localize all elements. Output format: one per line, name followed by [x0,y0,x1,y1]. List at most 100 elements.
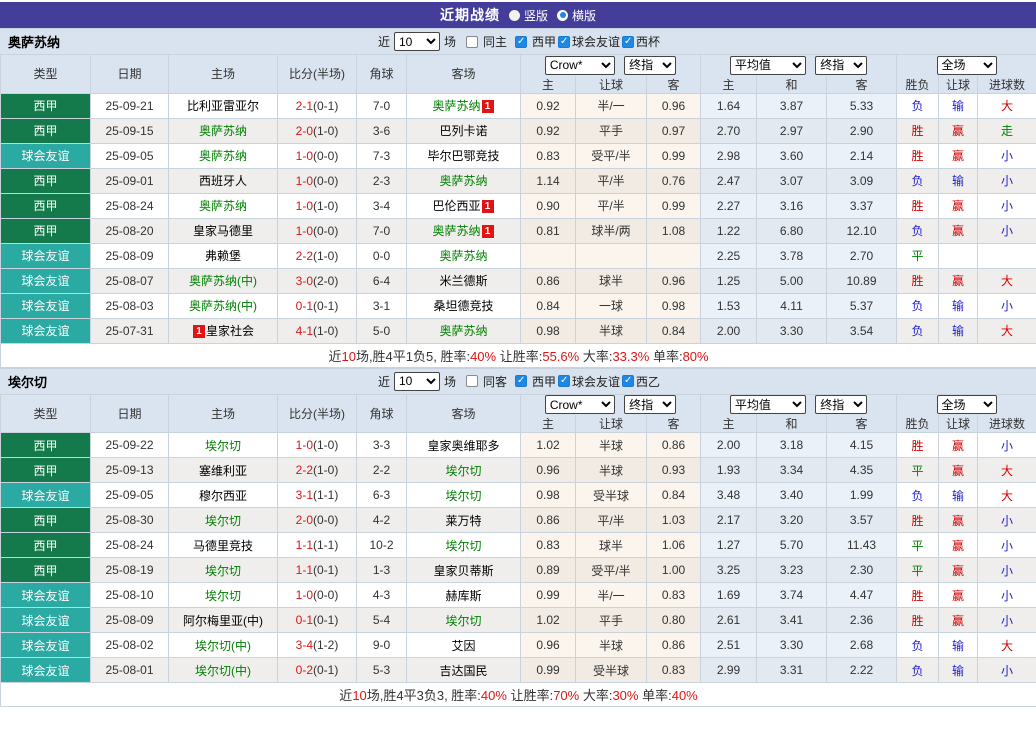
table-row: 西甲25-09-15奥萨苏纳2-0(1-0)3-6巴列卡诺0.92平手0.972… [1,118,1036,143]
away-team-cell: 艾因 [407,633,521,658]
result-cell: 胜 [897,433,939,458]
avg-away-odds-cell: 2.30 [827,558,897,583]
halftime-score: (0-0) [313,149,338,163]
radio-icon-horizontal[interactable] [557,10,568,21]
same-venue-label: 同客 [483,373,507,390]
team-name: 埃尔切 [445,539,481,553]
corner-cell: 9-0 [357,633,407,658]
bookmaker-select[interactable]: Crow* [545,56,615,75]
date-cell: 25-08-02 [91,633,169,658]
avg-draw-odds-cell: 3.18 [757,433,827,458]
avg-home-odds-cell: 2.27 [701,193,757,218]
home-team-cell: 弗赖堡 [169,243,278,268]
goals-result-cell: 大 [978,93,1036,118]
team-name: 埃尔切 [205,589,241,603]
league-checkbox-laliga[interactable] [515,36,527,48]
layout-radio-horizontal[interactable]: 横版 [557,7,596,24]
same-venue-checkbox[interactable] [466,36,478,48]
bookmaker-select[interactable]: Crow* [545,395,615,414]
score-cell: 4-1(1-0) [278,318,357,343]
team-name: 奥萨苏纳 [439,249,487,263]
date-cell: 25-09-05 [91,483,169,508]
home-team-cell: 皇家马德里 [169,218,278,243]
halftime-score: (1-0) [313,124,338,138]
summary-segment: 33.3% [612,349,649,364]
crow-handicap-cell: 平/半 [576,193,647,218]
crow-away-odds-cell: 0.76 [647,168,701,193]
score-cell: 1-0(1-0) [278,193,357,218]
match-count-select[interactable]: 10 [394,32,440,51]
away-team-cell: 毕尔巴鄂竞技 [407,143,521,168]
avg-draw-odds-cell: 3.16 [757,193,827,218]
team-name: 奥萨苏纳 [199,149,247,163]
match-count-select[interactable]: 10 [394,372,440,391]
handicap-result-cell: 赢 [939,558,978,583]
team-name: 奥萨苏纳 [199,199,247,213]
team-name: 奥萨苏纳 [439,174,487,188]
avg-home-odds-cell: 1.27 [701,533,757,558]
halftime-score: (1-1) [313,538,338,552]
fulltime-score: 4-1 [296,324,313,338]
handicap-result-cell: 赢 [939,533,978,558]
matches-label: 场 [444,33,456,50]
average-select[interactable]: 平均值 [730,56,806,75]
league-checkbox-friendly[interactable] [558,375,570,387]
date-cell: 25-08-01 [91,658,169,683]
crow-away-odds-cell: 0.84 [647,318,701,343]
team-name: 奥萨苏纳 [439,324,487,338]
away-team-cell: 米兰德斯 [407,268,521,293]
summary-segment: 让胜率: [507,688,553,703]
date-cell: 25-08-09 [91,608,169,633]
fulltime-select[interactable]: 全场 [937,56,997,75]
corner-cell: 3-3 [357,433,407,458]
score-cell: 1-0(0-0) [278,218,357,243]
fulltime-score: 2-2 [296,249,313,263]
summary-segment: 单率: [649,349,682,364]
fulltime-select[interactable]: 全场 [937,395,997,414]
match-type-cell: 西甲 [1,508,91,533]
league-checkbox-cup[interactable] [622,36,634,48]
col-crow-handicap: 让球 [576,415,647,433]
goals-result-cell: 小 [978,168,1036,193]
team-name: 埃尔切 [445,489,481,503]
corner-cell: 7-3 [357,143,407,168]
final-odds-select-2[interactable]: 终指 [815,395,867,414]
team-section-osasuna: 奥萨苏纳 近 10 场 同主 西甲 球会友谊 西杯 类型 日期 主场 [0,28,1036,368]
crow-home-odds-cell: 0.92 [521,93,576,118]
league-checkbox-friendly[interactable] [558,36,570,48]
goals-result-cell: 小 [978,608,1036,633]
goals-result-cell: 小 [978,558,1036,583]
layout-radio-vertical[interactable]: 竖版 [509,7,548,24]
league-checkbox-laliga[interactable] [515,375,527,387]
col-away: 客场 [407,55,521,94]
goals-result-cell: 大 [978,458,1036,483]
red-card-badge: 1 [482,225,494,238]
col-away: 客场 [407,394,521,433]
avg-home-odds-cell: 2.00 [701,318,757,343]
date-cell: 25-08-09 [91,243,169,268]
final-odds-select-1[interactable]: 终指 [624,395,676,414]
summary-segment: 40% [672,688,698,703]
col-result: 胜负 [897,76,939,94]
corner-cell: 5-4 [357,608,407,633]
league-checkbox-segunda[interactable] [622,375,634,387]
avg-draw-odds-cell: 6.80 [757,218,827,243]
result-cell: 负 [897,658,939,683]
avg-draw-odds-cell: 5.70 [757,533,827,558]
handicap-result-cell: 赢 [939,193,978,218]
crow-handicap-cell: 半球 [576,633,647,658]
league-label-laliga: 西甲 [532,33,556,50]
final-odds-select-1[interactable]: 终指 [624,56,676,75]
result-cell: 胜 [897,193,939,218]
handicap-result-cell: 输 [939,483,978,508]
average-group: 平均值 终指 [701,55,897,76]
halftime-score: (1-1) [313,488,338,502]
avg-home-odds-cell: 1.25 [701,268,757,293]
final-odds-select-2[interactable]: 终指 [815,56,867,75]
avg-away-odds-cell: 12.10 [827,218,897,243]
col-crow-handicap: 让球 [576,76,647,94]
radio-icon-vertical[interactable] [509,10,520,21]
col-date: 日期 [91,394,169,433]
same-venue-checkbox[interactable] [466,375,478,387]
average-select[interactable]: 平均值 [730,395,806,414]
